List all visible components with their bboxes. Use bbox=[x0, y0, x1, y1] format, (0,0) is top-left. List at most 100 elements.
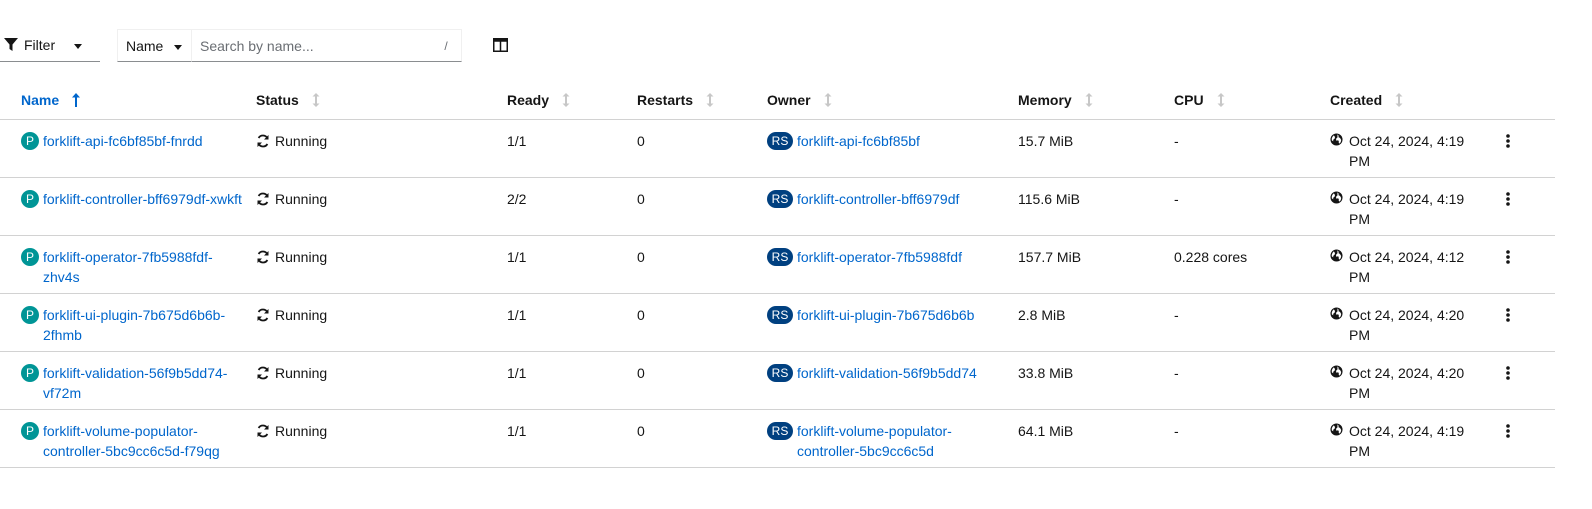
filter-label: Filter bbox=[24, 37, 56, 53]
sync-icon bbox=[257, 366, 269, 379]
pod-badge: P bbox=[21, 247, 39, 266]
ready-value: 1/1 bbox=[507, 248, 527, 265]
sync-icon bbox=[257, 424, 269, 437]
column-header-created[interactable]: Created bbox=[1330, 82, 1500, 119]
sort-icon bbox=[824, 93, 832, 108]
attribute-select-value: Name bbox=[126, 37, 164, 54]
globe-icon bbox=[1330, 364, 1343, 378]
ready-value: 1/1 bbox=[507, 306, 527, 323]
owner-link[interactable]: forklift-operator-7fb5988fdf bbox=[797, 247, 962, 267]
filter-caret-icon bbox=[74, 44, 82, 49]
column-header-actions bbox=[1500, 82, 1555, 119]
pod-name-link[interactable]: forklift-ui-plugin-7b675d6b6b-2fhmb bbox=[43, 305, 243, 345]
pod-badge: P bbox=[21, 363, 39, 382]
pod-name-link[interactable]: forklift-api-fc6bf85bf-fnrdd bbox=[43, 131, 203, 151]
owner-link[interactable]: forklift-ui-plugin-7b675d6b6b bbox=[797, 305, 974, 325]
memory-value: 64.1 MiB bbox=[1018, 422, 1074, 439]
sort-icon bbox=[312, 93, 320, 108]
memory-value: 115.6 MiB bbox=[1018, 190, 1080, 207]
pods-table: Name Status Ready Restarts Owner Memory … bbox=[0, 82, 1555, 468]
column-header-restarts[interactable]: Restarts bbox=[637, 82, 767, 119]
cpu-value: - bbox=[1174, 422, 1179, 439]
sort-icon bbox=[1217, 93, 1225, 108]
globe-icon bbox=[1330, 306, 1343, 320]
restarts-value: 0 bbox=[637, 132, 645, 149]
table-row: Pforklift-controller-bff6979df-xwkft Run… bbox=[0, 177, 1555, 235]
columns-icon[interactable] bbox=[493, 38, 508, 52]
kebab-icon[interactable] bbox=[1506, 307, 1510, 322]
column-header-ready[interactable]: Ready bbox=[507, 82, 637, 119]
cpu-value: 0.228 cores bbox=[1174, 248, 1248, 265]
attribute-caret-icon bbox=[174, 45, 182, 50]
attribute-select[interactable]: Name bbox=[117, 29, 191, 62]
replicaset-badge: RS bbox=[767, 363, 793, 382]
restarts-value: 0 bbox=[637, 190, 645, 207]
kebab-icon[interactable] bbox=[1506, 133, 1510, 148]
memory-value: 157.7 MiB bbox=[1018, 248, 1082, 265]
pod-badge: P bbox=[21, 305, 39, 324]
memory-value: 2.8 MiB bbox=[1018, 306, 1066, 323]
toolbar: Filter Name / bbox=[0, 29, 1592, 62]
memory-value: 33.8 MiB bbox=[1018, 364, 1074, 381]
created-value: Oct 24, 2024, 4:19 PM bbox=[1349, 190, 1465, 227]
restarts-value: 0 bbox=[637, 306, 645, 323]
cpu-value: - bbox=[1174, 364, 1179, 381]
status-text: Running bbox=[275, 248, 328, 265]
column-header-memory[interactable]: Memory bbox=[1018, 82, 1174, 119]
restarts-value: 0 bbox=[637, 364, 645, 381]
table-row: Pforklift-ui-plugin-7b675d6b6b-2fhmb Run… bbox=[0, 293, 1555, 351]
pod-name-link[interactable]: forklift-controller-bff6979df-xwkft bbox=[43, 189, 242, 209]
sync-icon bbox=[257, 308, 269, 321]
owner-link[interactable]: forklift-controller-bff6979df bbox=[797, 189, 959, 209]
column-header-owner[interactable]: Owner bbox=[767, 82, 1018, 119]
sync-icon bbox=[257, 192, 269, 205]
cpu-value: - bbox=[1174, 306, 1179, 323]
status-text: Running bbox=[275, 190, 328, 207]
created-value: Oct 24, 2024, 4:20 PM bbox=[1349, 306, 1465, 343]
column-header-status[interactable]: Status bbox=[256, 82, 507, 119]
status-text: Running bbox=[275, 132, 328, 149]
ready-value: 2/2 bbox=[507, 190, 527, 207]
column-header-name[interactable]: Name bbox=[0, 82, 256, 119]
ready-value: 1/1 bbox=[507, 132, 527, 149]
replicaset-badge: RS bbox=[767, 189, 793, 208]
kebab-icon[interactable] bbox=[1506, 191, 1510, 206]
sort-ascending-icon bbox=[72, 93, 81, 108]
ready-value: 1/1 bbox=[507, 364, 527, 381]
search-box: / bbox=[191, 29, 462, 62]
owner-link[interactable]: forklift-validation-56f9b5dd74 bbox=[797, 363, 977, 383]
pod-badge: P bbox=[21, 421, 39, 440]
globe-icon bbox=[1330, 132, 1343, 146]
owner-link[interactable]: forklift-api-fc6bf85bf bbox=[797, 131, 920, 151]
table-row: Pforklift-volume-populator-controller-5b… bbox=[0, 409, 1555, 467]
sync-icon bbox=[257, 250, 269, 263]
created-value: Oct 24, 2024, 4:12 PM bbox=[1349, 248, 1465, 285]
memory-value: 15.7 MiB bbox=[1018, 132, 1074, 149]
kebab-icon[interactable] bbox=[1506, 365, 1510, 380]
status-text: Running bbox=[275, 306, 328, 323]
globe-icon bbox=[1330, 422, 1343, 436]
replicaset-badge: RS bbox=[767, 305, 793, 324]
created-value: Oct 24, 2024, 4:20 PM bbox=[1349, 364, 1465, 401]
pod-badge: P bbox=[21, 189, 39, 208]
sort-icon bbox=[562, 93, 570, 108]
search-input[interactable] bbox=[192, 30, 422, 61]
pod-name-link[interactable]: forklift-operator-7fb5988fdf-zhv4s bbox=[43, 247, 243, 287]
table-row: Pforklift-operator-7fb5988fdf-zhv4s Runn… bbox=[0, 235, 1555, 293]
status-text: Running bbox=[275, 422, 328, 439]
created-value: Oct 24, 2024, 4:19 PM bbox=[1349, 422, 1465, 459]
sort-icon bbox=[1395, 93, 1403, 108]
kebab-icon[interactable] bbox=[1506, 249, 1510, 264]
filter-dropdown[interactable]: Filter bbox=[0, 29, 100, 62]
ready-value: 1/1 bbox=[507, 422, 527, 439]
sort-icon bbox=[1085, 93, 1093, 108]
kebab-icon[interactable] bbox=[1506, 423, 1510, 438]
owner-link[interactable]: forklift-volume-populator-controller-5bc… bbox=[797, 421, 992, 461]
column-header-cpu[interactable]: CPU bbox=[1174, 82, 1330, 119]
search-shortcut-hint: / bbox=[444, 39, 448, 53]
restarts-value: 0 bbox=[637, 248, 645, 265]
pod-name-link[interactable]: forklift-validation-56f9b5dd74-vf72m bbox=[43, 363, 243, 403]
pod-name-link[interactable]: forklift-volume-populator-controller-5bc… bbox=[43, 421, 243, 461]
table-row: Pforklift-validation-56f9b5dd74-vf72m Ru… bbox=[0, 351, 1555, 409]
sync-icon bbox=[257, 134, 269, 147]
